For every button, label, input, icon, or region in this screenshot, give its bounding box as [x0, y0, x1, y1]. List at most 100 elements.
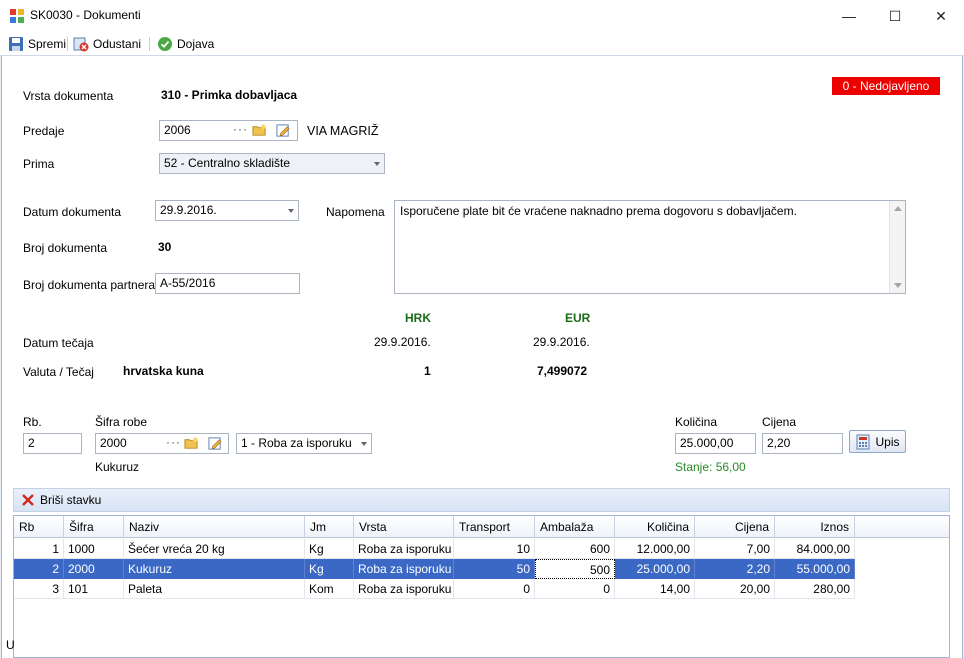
rate-date-hrk: 29.9.2016.	[374, 335, 431, 349]
cancel-button[interactable]: Odustani	[71, 35, 143, 53]
ellipsis-icon[interactable]: ···	[233, 122, 248, 137]
column-header-iznos[interactable]: Iznos	[775, 516, 855, 538]
hrk-header: HRK	[405, 311, 431, 325]
partner-number-label: Broj dokumenta partnera	[23, 278, 156, 292]
kolicina-input[interactable]: 25.000,00	[675, 433, 756, 454]
predaje-label: Predaje	[23, 124, 65, 138]
rb-value: 2	[28, 436, 35, 450]
textarea-scrollbar[interactable]	[889, 201, 905, 293]
save-button[interactable]: Spremi	[6, 35, 68, 53]
cell-ambalaza-focused[interactable]: 500	[535, 559, 615, 579]
column-header-filler	[855, 516, 949, 538]
cell-kolicina[interactable]: 14,00	[615, 579, 695, 599]
prima-select[interactable]: 52 - Centralno skladište	[159, 153, 385, 174]
close-button[interactable]: ✕	[918, 0, 964, 32]
cell-naziv[interactable]: Paleta	[124, 579, 305, 599]
partner-number-value: A-55/2016	[160, 276, 216, 290]
scroll-up-icon[interactable]	[894, 206, 902, 211]
cell-vrsta[interactable]: Roba za isporuku	[354, 539, 454, 559]
folder-icon[interactable]	[252, 123, 267, 138]
edit-icon[interactable]	[208, 436, 223, 451]
cell-transport[interactable]: 0	[454, 579, 535, 599]
column-header-naziv[interactable]: Naziv	[124, 516, 305, 538]
napomena-value: Isporučene plate bit će vraćene naknadno…	[400, 204, 797, 218]
cell-transport[interactable]: 10	[454, 539, 535, 559]
folder-icon[interactable]	[184, 436, 199, 451]
rb-input[interactable]: 2	[23, 433, 82, 454]
ellipsis-icon[interactable]: ···	[166, 435, 181, 450]
cell-vrsta[interactable]: Roba za isporuku	[354, 559, 454, 579]
cell-jm[interactable]: Kom	[305, 579, 354, 599]
minimize-button[interactable]: —	[826, 0, 872, 32]
rb-label: Rb.	[23, 415, 42, 429]
sifra-input[interactable]: 2000 ···	[95, 433, 229, 454]
column-header-vrsta[interactable]: Vrsta	[354, 516, 454, 538]
column-header-sifra[interactable]: Šifra	[64, 516, 124, 538]
vrsta-select[interactable]: 1 - Roba za isporuku	[236, 433, 372, 454]
column-header-transport[interactable]: Transport	[454, 516, 535, 538]
cell-rb[interactable]: 3	[14, 579, 64, 599]
delete-row-button[interactable]: Briši stavku	[20, 492, 101, 508]
napomena-textarea[interactable]: Isporučene plate bit će vraćene naknadno…	[394, 200, 906, 294]
predaje-code: 2006	[164, 123, 191, 137]
cell-sifra[interactable]: 101	[64, 579, 124, 599]
cell-naziv[interactable]: Šećer vreća 20 kg	[124, 539, 305, 559]
predaje-input[interactable]: 2006 ···	[159, 120, 298, 141]
currency-name: hrvatska kuna	[123, 364, 204, 378]
cell-cijena[interactable]: 20,00	[695, 579, 775, 599]
toolbar-separator	[67, 37, 68, 51]
cell-naziv[interactable]: Kukuruz	[124, 559, 305, 579]
rate-date-eur: 29.9.2016.	[533, 335, 590, 349]
cell-cijena[interactable]: 2,20	[695, 559, 775, 579]
edit-icon[interactable]	[276, 123, 291, 138]
cell-sifra[interactable]: 1000	[64, 539, 124, 559]
calculator-icon	[856, 434, 870, 449]
report-button[interactable]: Dojava	[155, 35, 216, 53]
cancel-label: Odustani	[93, 37, 142, 51]
date-picker[interactable]: 29.9.2016.	[155, 200, 299, 221]
cell-jm[interactable]: Kg	[305, 539, 354, 559]
cell-transport[interactable]: 50	[454, 559, 535, 579]
maximize-button[interactable]: ☐	[872, 0, 918, 32]
cell-cijena[interactable]: 7,00	[695, 539, 775, 559]
vrsta-value: 1 - Roba za isporuku	[241, 436, 352, 450]
date-label: Datum dokumenta	[23, 205, 122, 219]
sifra-value: 2000	[100, 436, 127, 450]
cell-iznos[interactable]: 280,00	[775, 579, 855, 599]
chevron-down-icon	[288, 209, 294, 213]
toolbar-separator	[149, 37, 150, 51]
cell-sifra[interactable]: 2000	[64, 559, 124, 579]
grid-toolbar: Briši stavku	[13, 488, 950, 512]
table-row[interactable]: 3 101 Paleta Kom Roba za isporuku 0 0 14…	[14, 579, 855, 599]
cell-iznos[interactable]: 84.000,00	[775, 539, 855, 559]
cijena-input[interactable]: 2,20	[762, 433, 843, 454]
cell-vrsta[interactable]: Roba za isporuku	[354, 579, 454, 599]
frame-left	[0, 56, 2, 658]
napomena-label: Napomena	[326, 205, 385, 219]
cell-rb[interactable]: 1	[14, 539, 64, 559]
table-row[interactable]: 1 1000 Šećer vreća 20 kg Kg Roba za ispo…	[14, 539, 855, 559]
table-row-selected[interactable]: 2 2000 Kukuruz Kg Roba za isporuku 50 50…	[14, 559, 855, 579]
predaje-name: VIA MAGRIŽ	[307, 124, 379, 138]
cell-kolicina[interactable]: 12.000,00	[615, 539, 695, 559]
cell-iznos[interactable]: 55.000,00	[775, 559, 855, 579]
rate-date-label: Datum tečaja	[23, 336, 94, 350]
cell-ambalaza[interactable]: 600	[535, 539, 615, 559]
upis-button[interactable]: Upis	[849, 430, 906, 453]
cell-rb[interactable]: 2	[14, 559, 64, 579]
column-header-ambalaza[interactable]: Ambalaža	[535, 516, 615, 538]
column-header-cijena[interactable]: Cijena	[695, 516, 775, 538]
close-icon: ✕	[935, 7, 947, 24]
partner-number-input[interactable]: A-55/2016	[155, 273, 300, 294]
delete-row-label: Briši stavku	[40, 493, 102, 507]
chevron-down-icon	[361, 442, 367, 446]
check-circle-icon	[158, 37, 172, 51]
column-header-jm[interactable]: Jm	[305, 516, 354, 538]
column-header-rb[interactable]: Rb	[14, 516, 64, 538]
cell-kolicina[interactable]: 25.000,00	[615, 559, 695, 579]
column-header-kolicina[interactable]: Količina	[615, 516, 695, 538]
report-label: Dojava	[177, 37, 215, 51]
scroll-down-icon[interactable]	[894, 283, 902, 288]
cell-jm[interactable]: Kg	[305, 559, 354, 579]
cell-ambalaza[interactable]: 0	[535, 579, 615, 599]
